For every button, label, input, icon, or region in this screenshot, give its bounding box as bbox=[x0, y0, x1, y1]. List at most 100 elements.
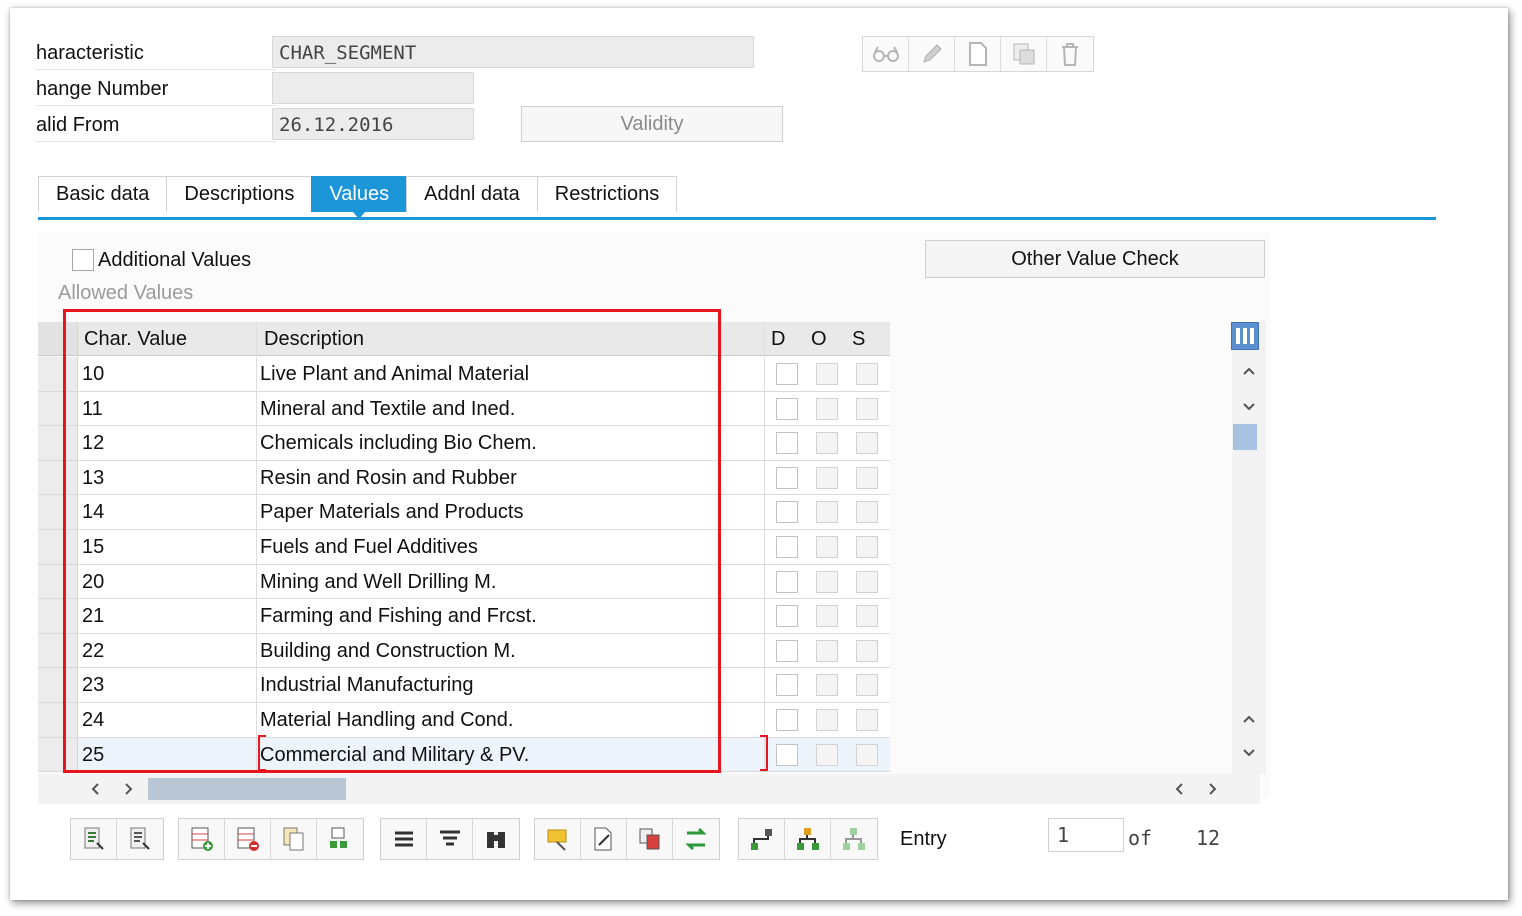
default-checkbox[interactable] bbox=[776, 432, 798, 455]
entry-input[interactable]: 1 bbox=[1048, 818, 1124, 852]
row-selector[interactable] bbox=[38, 357, 78, 391]
change-number-field[interactable] bbox=[272, 72, 474, 104]
default-checkbox[interactable] bbox=[776, 674, 798, 697]
column-settings-icon[interactable] bbox=[1231, 322, 1259, 350]
table-row[interactable]: 24 Material Handling and Cond. bbox=[38, 703, 890, 738]
table-row[interactable]: 12 Chemicals including Bio Chem. bbox=[38, 426, 890, 461]
tab-values[interactable]: Values bbox=[311, 176, 407, 219]
table-row[interactable]: 20 Mining and Well Drilling M. bbox=[38, 564, 890, 600]
row-selector[interactable] bbox=[38, 426, 78, 460]
tree-icon[interactable] bbox=[785, 819, 831, 859]
filter-icon[interactable] bbox=[427, 819, 473, 859]
char-value-cell[interactable]: 13 bbox=[82, 461, 104, 495]
select-block-icon[interactable] bbox=[317, 819, 363, 859]
pencil-icon[interactable] bbox=[909, 37, 955, 71]
description-cell[interactable]: Live Plant and Animal Material bbox=[260, 357, 529, 391]
detail-list-icon[interactable] bbox=[117, 819, 163, 859]
col-s[interactable]: S bbox=[852, 322, 865, 356]
scroll-right-right-icon[interactable] bbox=[1198, 774, 1228, 804]
row-selector[interactable] bbox=[38, 460, 78, 495]
default-checkbox[interactable] bbox=[776, 466, 798, 489]
vertical-scrollbar[interactable] bbox=[1232, 322, 1266, 774]
col-d[interactable]: D bbox=[771, 322, 785, 356]
other-value-check-button[interactable]: Other Value Check bbox=[925, 240, 1265, 278]
hierarchy-icon[interactable] bbox=[739, 819, 785, 859]
description-cell[interactable]: Chemicals including Bio Chem. bbox=[260, 426, 537, 460]
row-selector[interactable] bbox=[38, 495, 78, 529]
additional-values-option[interactable]: Additional Values bbox=[72, 248, 251, 272]
new-document-icon[interactable] bbox=[955, 37, 1001, 71]
char-value-cell[interactable]: 22 bbox=[82, 634, 104, 668]
note-icon[interactable] bbox=[535, 819, 581, 859]
col-o[interactable]: O bbox=[811, 322, 827, 356]
page-down-icon[interactable] bbox=[1232, 738, 1266, 768]
table-row[interactable]: 10 Live Plant and Animal Material bbox=[38, 357, 890, 392]
glasses-icon[interactable] bbox=[863, 37, 909, 71]
char-value-cell[interactable]: 11 bbox=[82, 392, 103, 426]
char-value-cell[interactable]: 21 bbox=[82, 599, 104, 633]
description-cell[interactable]: Mineral and Textile and Ined. bbox=[260, 392, 515, 426]
align-icon[interactable] bbox=[381, 819, 427, 859]
char-value-cell[interactable]: 25 bbox=[82, 738, 104, 772]
default-checkbox[interactable] bbox=[776, 639, 798, 662]
char-value-cell[interactable]: 23 bbox=[82, 668, 104, 702]
default-checkbox[interactable] bbox=[776, 743, 798, 766]
row-selector[interactable] bbox=[38, 391, 78, 426]
trash-icon[interactable] bbox=[1047, 37, 1093, 71]
table-row[interactable]: 11 Mineral and Textile and Ined. bbox=[38, 391, 890, 427]
table-row[interactable]: 13 Resin and Rosin and Rubber bbox=[38, 460, 890, 496]
default-checkbox[interactable] bbox=[776, 363, 798, 385]
default-checkbox[interactable] bbox=[776, 570, 798, 593]
row-selector[interactable] bbox=[38, 633, 78, 668]
tab-restrictions[interactable]: Restrictions bbox=[536, 176, 678, 212]
description-cell[interactable]: Paper Materials and Products bbox=[260, 495, 523, 529]
scroll-left-right-icon[interactable] bbox=[1164, 774, 1194, 804]
default-checkbox[interactable] bbox=[776, 709, 798, 731]
scroll-right-icon[interactable] bbox=[114, 774, 144, 804]
edit-doc-icon[interactable] bbox=[581, 819, 627, 859]
row-selector[interactable] bbox=[38, 737, 78, 772]
tab-descriptions[interactable]: Descriptions bbox=[166, 176, 312, 212]
find-icon[interactable] bbox=[473, 819, 519, 859]
description-cell[interactable]: Industrial Manufacturing bbox=[260, 668, 473, 702]
additional-values-checkbox[interactable] bbox=[72, 249, 94, 271]
row-selector[interactable] bbox=[38, 530, 78, 564]
description-cell[interactable]: Material Handling and Cond. bbox=[260, 703, 514, 737]
copy-icon[interactable] bbox=[1001, 37, 1047, 71]
table-row[interactable]: 23 Industrial Manufacturing bbox=[38, 668, 890, 703]
org-icon[interactable] bbox=[831, 819, 877, 859]
scroll-left-icon[interactable] bbox=[80, 774, 110, 804]
select-all-column[interactable] bbox=[38, 322, 78, 355]
default-checkbox[interactable] bbox=[776, 536, 798, 558]
char-value-cell[interactable]: 14 bbox=[82, 495, 104, 529]
sort-icon[interactable] bbox=[673, 819, 719, 859]
validity-button[interactable]: Validity bbox=[521, 106, 783, 142]
char-value-cell[interactable]: 15 bbox=[82, 530, 104, 564]
page-up-icon[interactable] bbox=[1232, 704, 1266, 734]
table-row[interactable]: 25 Commercial and Military & PV. bbox=[38, 737, 890, 773]
description-cell[interactable]: Commercial and Military & PV. bbox=[260, 738, 529, 772]
row-selector[interactable] bbox=[38, 668, 78, 702]
row-selector[interactable] bbox=[38, 564, 78, 599]
tab-basic-data[interactable]: Basic data bbox=[38, 176, 167, 212]
description-cell[interactable]: Resin and Rosin and Rubber bbox=[260, 461, 517, 495]
copy-rows-icon[interactable] bbox=[271, 819, 317, 859]
characteristic-field[interactable]: CHAR_SEGMENT bbox=[272, 36, 754, 68]
description-cell[interactable]: Farming and Fishing and Frcst. bbox=[260, 599, 537, 633]
table-row[interactable]: 22 Building and Construction M. bbox=[38, 633, 890, 669]
row-selector[interactable] bbox=[38, 599, 78, 633]
char-value-cell[interactable]: 10 bbox=[82, 357, 104, 391]
description-cell[interactable]: Building and Construction M. bbox=[260, 634, 516, 668]
scroll-down-icon[interactable] bbox=[1232, 392, 1266, 422]
table-row[interactable]: 14 Paper Materials and Products bbox=[38, 495, 890, 530]
horizontal-scrollbar[interactable] bbox=[38, 774, 1260, 804]
scroll-up-icon[interactable] bbox=[1232, 356, 1266, 386]
compare-icon[interactable] bbox=[627, 819, 673, 859]
col-description[interactable]: Description bbox=[264, 322, 364, 356]
table-row[interactable]: 21 Farming and Fishing and Frcst. bbox=[38, 599, 890, 634]
table-row[interactable]: 15 Fuels and Fuel Additives bbox=[38, 530, 890, 565]
delete-row-icon[interactable] bbox=[225, 819, 271, 859]
default-checkbox[interactable] bbox=[776, 501, 798, 524]
default-checkbox[interactable] bbox=[776, 605, 798, 628]
char-value-cell[interactable]: 20 bbox=[82, 565, 104, 599]
